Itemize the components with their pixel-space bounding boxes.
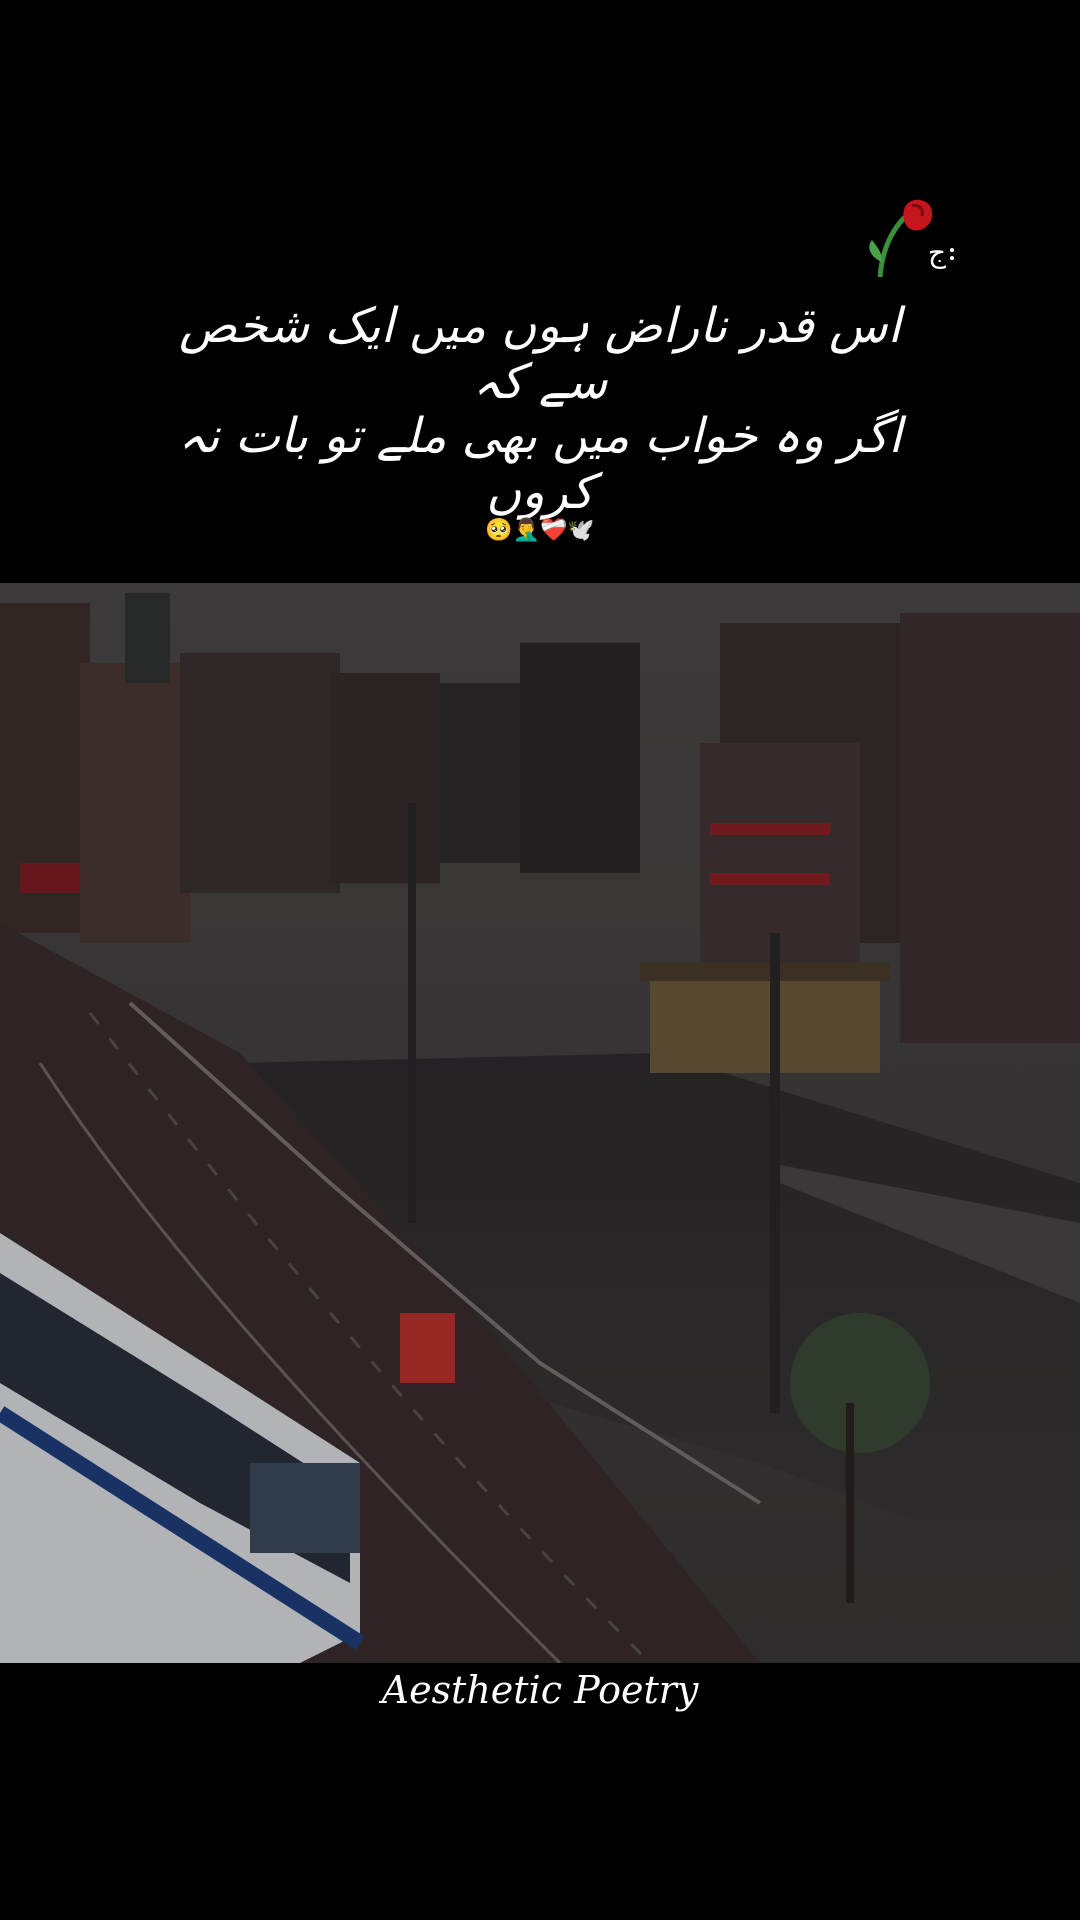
poem-line-2: اگر وہ خواب میں بھی ملے تو بات نہ کروں bbox=[178, 408, 902, 520]
emoji-row: 🥺🤦‍♂️❤️‍🩹🕊️ bbox=[485, 518, 595, 543]
svg-text:ج: ج bbox=[928, 236, 947, 270]
rose-icon: ج bbox=[869, 199, 954, 278]
city-canal-photo bbox=[0, 583, 1080, 1663]
photo-illustration bbox=[0, 583, 1080, 1663]
watermark-text: Aesthetic Poetry bbox=[381, 1668, 699, 1712]
poem-line-1: اس قدر ناراض ہوں میں ایک شخص سے کہ bbox=[179, 298, 901, 410]
